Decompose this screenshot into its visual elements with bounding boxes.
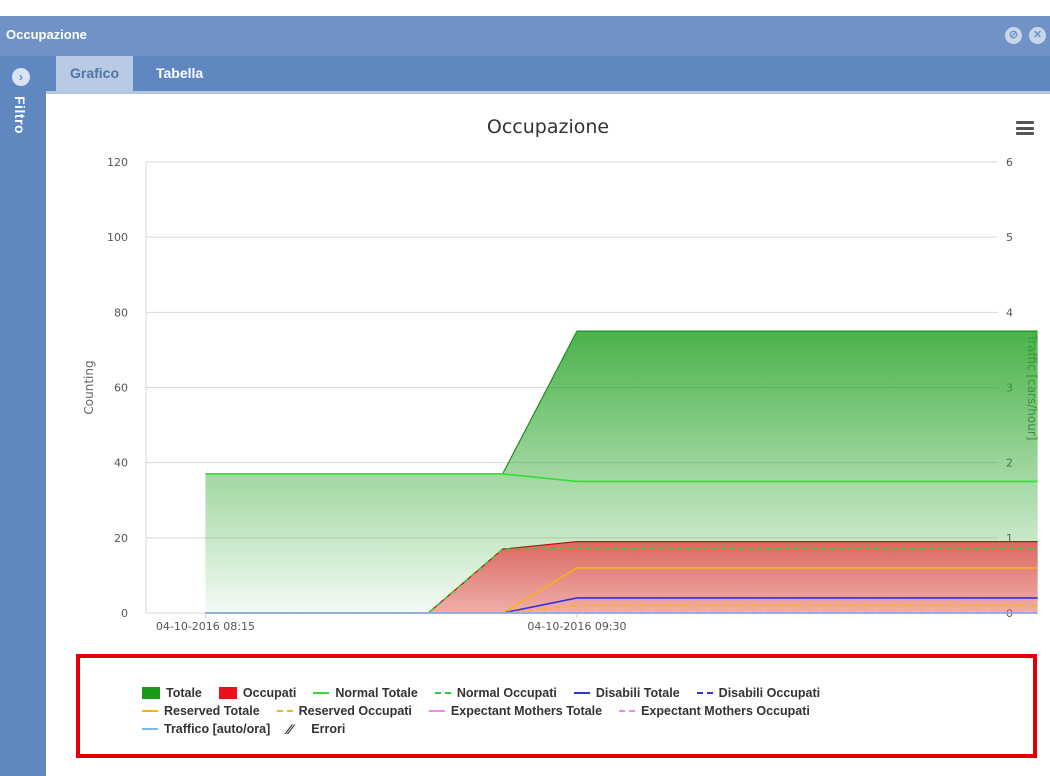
tab-tabella[interactable]: Tabella xyxy=(142,56,218,91)
legend-line-symbol xyxy=(142,728,158,730)
y-left-tick-label: 60 xyxy=(114,382,128,395)
legend-line-symbol xyxy=(313,692,330,694)
legend-label: Disabili Totale xyxy=(595,686,680,700)
tab-grafico[interactable]: Grafico xyxy=(56,56,134,91)
tab-bar: Grafico Tabella xyxy=(46,56,1050,94)
chart-legend: Totale Occupati Normal Totale Normal Occupa… xyxy=(142,684,1002,738)
legend-item[interactable]: Occupati xyxy=(218,686,297,700)
chart-panel: Occupazione0020140260380410051206Countin… xyxy=(46,97,1050,776)
hatch-icon: ⁄⁄ xyxy=(287,721,292,737)
legend-row: Traffico [auto/ora] ⁄⁄ Errori xyxy=(142,720,1002,738)
y-left-tick-label: 100 xyxy=(107,231,128,244)
legend-label: Traffico [auto/ora] xyxy=(164,722,271,736)
legend-line-symbol xyxy=(142,710,158,712)
y-right-tick-label: 5 xyxy=(1006,231,1013,244)
y-left-tick-label: 120 xyxy=(107,156,128,169)
y-left-axis-label: Counting xyxy=(82,360,96,414)
legend-line-symbol xyxy=(434,692,451,694)
legend-highlight-box: Totale Occupati Normal Totale Normal Occupa… xyxy=(76,654,1037,758)
legend-line-symbol xyxy=(276,710,293,712)
legend-item[interactable]: Expectant Mothers Totale xyxy=(428,704,603,718)
legend-row: Reserved Totale Reserved Occupati Expectan… xyxy=(142,702,1002,720)
legend-label: Normal Totale xyxy=(335,686,418,700)
legend-line-symbol xyxy=(696,692,713,694)
y-left-tick-label: 40 xyxy=(114,457,128,470)
y-left-tick-label: 80 xyxy=(114,306,128,319)
window-titlebar: Occupazione ⊘ ✕ xyxy=(0,16,1050,56)
legend-label: Errori xyxy=(311,722,346,736)
legend-label: Disabili Occupati xyxy=(718,686,821,700)
legend-label: Normal Occupati xyxy=(456,686,557,700)
legend-line-symbol xyxy=(619,710,636,712)
legend-item[interactable]: ⁄⁄ Errori xyxy=(287,722,345,736)
y-right-tick-label: 4 xyxy=(1006,306,1013,319)
circle-x-icon[interactable]: ⊘ xyxy=(1005,27,1022,44)
legend-row: Totale Occupati Normal Totale Normal Occupa… xyxy=(142,684,1002,702)
x-tick-label: 04-10-2016 08:15 xyxy=(156,620,255,633)
legend-item[interactable]: Disabili Totale xyxy=(573,686,680,700)
chevron-right-icon[interactable]: › xyxy=(12,68,30,86)
legend-item[interactable]: Normal Occupati xyxy=(434,686,557,700)
legend-item[interactable]: Disabili Occupati xyxy=(696,686,821,700)
legend-item[interactable]: Reserved Occupati xyxy=(276,704,412,718)
y-right-tick-label: 6 xyxy=(1006,156,1013,169)
legend-label: Occupati xyxy=(242,686,297,700)
filter-label[interactable]: Filtro xyxy=(12,96,28,134)
legend-swatch xyxy=(142,687,160,699)
legend-label: Expectant Mothers Totale xyxy=(450,704,603,718)
legend-label: Totale xyxy=(166,686,202,700)
legend-item[interactable]: Totale xyxy=(142,686,202,700)
legend-label: Expectant Mothers Occupati xyxy=(641,704,810,718)
close-icon[interactable]: ✕ xyxy=(1029,27,1046,44)
legend-label: Reserved Totale xyxy=(164,704,260,718)
y-left-tick-label: 20 xyxy=(114,532,128,545)
legend-item[interactable]: Expectant Mothers Occupati xyxy=(619,704,810,718)
x-tick-label: 04-10-2016 09:30 xyxy=(527,620,626,633)
legend-item[interactable]: Traffico [auto/ora] xyxy=(142,722,270,736)
filter-sidebar: › Filtro xyxy=(0,56,46,776)
chart-title: Occupazione xyxy=(487,116,609,138)
legend-line-symbol xyxy=(428,710,445,712)
occupazione-window: Occupazione ⊘ ✕ › Filtro Grafico Tabella… xyxy=(0,16,1050,776)
legend-line-symbol xyxy=(573,692,590,694)
hamburger-menu-icon[interactable] xyxy=(1016,121,1034,135)
window-title: Occupazione xyxy=(6,27,87,42)
legend-item[interactable]: Normal Totale xyxy=(313,686,418,700)
legend-label: Reserved Occupati xyxy=(298,704,412,718)
legend-item[interactable]: Reserved Totale xyxy=(142,704,260,718)
legend-swatch xyxy=(218,687,237,699)
y-left-tick-label: 0 xyxy=(121,607,128,620)
